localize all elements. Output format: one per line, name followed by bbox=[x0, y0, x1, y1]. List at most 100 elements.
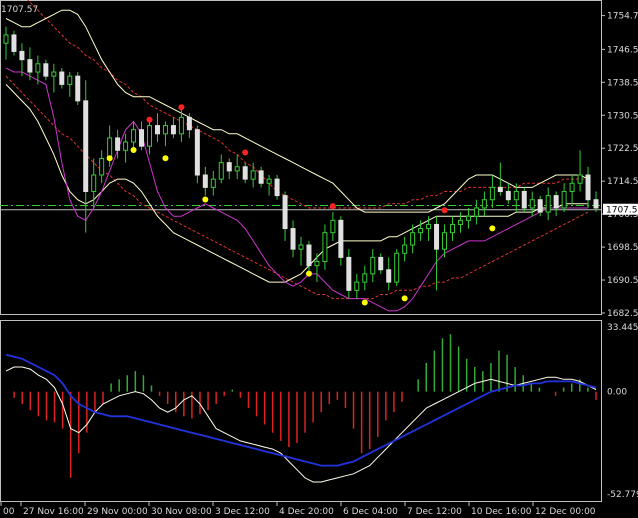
time-tick-label: 00 bbox=[3, 507, 15, 517]
candle-body bbox=[489, 186, 495, 201]
candle-body bbox=[194, 129, 200, 176]
candle-body bbox=[43, 63, 49, 77]
price-tick-label: 1722.50 bbox=[607, 144, 638, 154]
price-tick-label: 1738.50 bbox=[607, 78, 638, 88]
candle-body bbox=[290, 228, 296, 250]
candle-body bbox=[330, 219, 336, 234]
time-tick-label: 12 Dec 00:00 bbox=[535, 507, 596, 517]
candle-body bbox=[481, 199, 487, 209]
candle-body bbox=[362, 273, 368, 283]
candle-body bbox=[99, 158, 105, 176]
candle-body bbox=[338, 219, 344, 258]
candle-body bbox=[170, 125, 176, 135]
price-tick-label: 1690.50 bbox=[607, 276, 638, 286]
candle-body bbox=[154, 125, 160, 135]
candle-body bbox=[83, 100, 89, 192]
candle-body bbox=[418, 228, 424, 234]
candle-body bbox=[186, 116, 192, 131]
candle-body bbox=[394, 252, 400, 283]
candle-body bbox=[505, 190, 511, 201]
price-tick-label: 1682.50 bbox=[607, 309, 638, 319]
candle-body bbox=[75, 75, 81, 102]
candle-body bbox=[242, 166, 248, 180]
candle-body bbox=[19, 50, 25, 61]
buy-signal-dot bbox=[401, 295, 408, 302]
candle-body bbox=[386, 269, 392, 283]
candle-body bbox=[3, 34, 9, 44]
candle-body bbox=[115, 137, 121, 151]
candle-body bbox=[210, 178, 216, 188]
candle-body bbox=[298, 244, 304, 250]
candle-body bbox=[59, 71, 65, 85]
candle-body bbox=[139, 129, 145, 147]
sell-signal-dot bbox=[329, 203, 336, 210]
buy-signal-dot bbox=[130, 147, 137, 154]
price-tick-label: 1698.50 bbox=[607, 243, 638, 253]
candle-body bbox=[513, 190, 519, 201]
candle-body bbox=[545, 195, 551, 213]
candle-body bbox=[585, 174, 591, 201]
candle-body bbox=[529, 199, 535, 209]
price-axis: 1754.70 1746.50 1738.50 1730.50 1722.50 1714.… bbox=[601, 12, 638, 319]
candle-body bbox=[234, 166, 240, 172]
candle-body bbox=[473, 207, 479, 217]
price-tick-label: 1714.50 bbox=[607, 177, 638, 187]
candle-body bbox=[274, 178, 280, 197]
price-tick-label: 1730.50 bbox=[607, 111, 638, 121]
candle-body bbox=[497, 186, 503, 192]
indicator-axis: 33.445 0.00 -52.779 bbox=[607, 323, 638, 500]
buy-signal-dot bbox=[305, 270, 312, 277]
candle-body bbox=[465, 215, 471, 221]
chart-canvas[interactable]: 1754.70 1746.50 1738.50 1730.50 1722.50 1714.… bbox=[0, 0, 638, 518]
buy-signal-dot bbox=[489, 225, 496, 232]
main-chart[interactable] bbox=[0, 0, 601, 312]
candle-body bbox=[162, 125, 168, 135]
candle-body bbox=[35, 63, 41, 73]
candle-body bbox=[147, 125, 153, 147]
current-price-label: 1707.57 bbox=[606, 206, 638, 216]
candle-body bbox=[370, 256, 376, 275]
buy-signal-dot bbox=[162, 155, 169, 162]
candle-body bbox=[593, 199, 599, 209]
candle-body bbox=[11, 34, 17, 52]
indicator-window[interactable] bbox=[5, 334, 597, 483]
top-left-price: 1707.57 bbox=[1, 5, 38, 15]
indicator-tick-label: 33.445 bbox=[607, 323, 638, 333]
candle-body bbox=[537, 199, 543, 213]
time-tick-label: 10 Dec 16:00 bbox=[471, 507, 532, 517]
candle-body bbox=[322, 232, 328, 263]
candle-body bbox=[131, 129, 137, 143]
candle-body bbox=[67, 75, 73, 85]
candle-body bbox=[434, 223, 440, 250]
candle-body bbox=[569, 182, 575, 192]
time-tick-label: 4 Dec 20:00 bbox=[279, 507, 334, 517]
candle-body bbox=[266, 178, 272, 184]
candle-body bbox=[306, 244, 312, 267]
buy-signal-dot bbox=[361, 299, 368, 306]
time-tick-label: 30 Nov 08:00 bbox=[151, 507, 212, 517]
candle-body bbox=[27, 59, 33, 73]
trading-terminal: 1754.70 1746.50 1738.50 1730.50 1722.50 1714.… bbox=[0, 0, 638, 518]
time-tick-label: 27 Nov 16:00 bbox=[23, 507, 84, 517]
candle-body bbox=[218, 162, 224, 180]
candle-body bbox=[402, 244, 408, 254]
sell-signal-dot bbox=[441, 207, 448, 214]
candle-body bbox=[449, 223, 455, 234]
candle-body bbox=[553, 195, 559, 209]
indicator-tick-label: -52.779 bbox=[607, 490, 638, 500]
buy-signal-dot bbox=[202, 196, 209, 203]
candle-body bbox=[226, 162, 232, 172]
candle-body bbox=[51, 71, 57, 77]
sell-signal-dot bbox=[146, 116, 153, 123]
time-tick-label: 6 Dec 04:00 bbox=[343, 507, 398, 517]
time-tick-label: 7 Dec 12:00 bbox=[407, 507, 462, 517]
candle-body bbox=[442, 232, 448, 250]
candle-body bbox=[457, 219, 463, 225]
price-tick-label: 1754.70 bbox=[607, 12, 638, 22]
candle-body bbox=[282, 195, 288, 230]
candle-body bbox=[426, 223, 432, 230]
candle-body bbox=[123, 141, 129, 151]
buy-signal-dot bbox=[106, 155, 113, 162]
candle-body bbox=[354, 281, 360, 291]
candle-body bbox=[178, 116, 184, 135]
